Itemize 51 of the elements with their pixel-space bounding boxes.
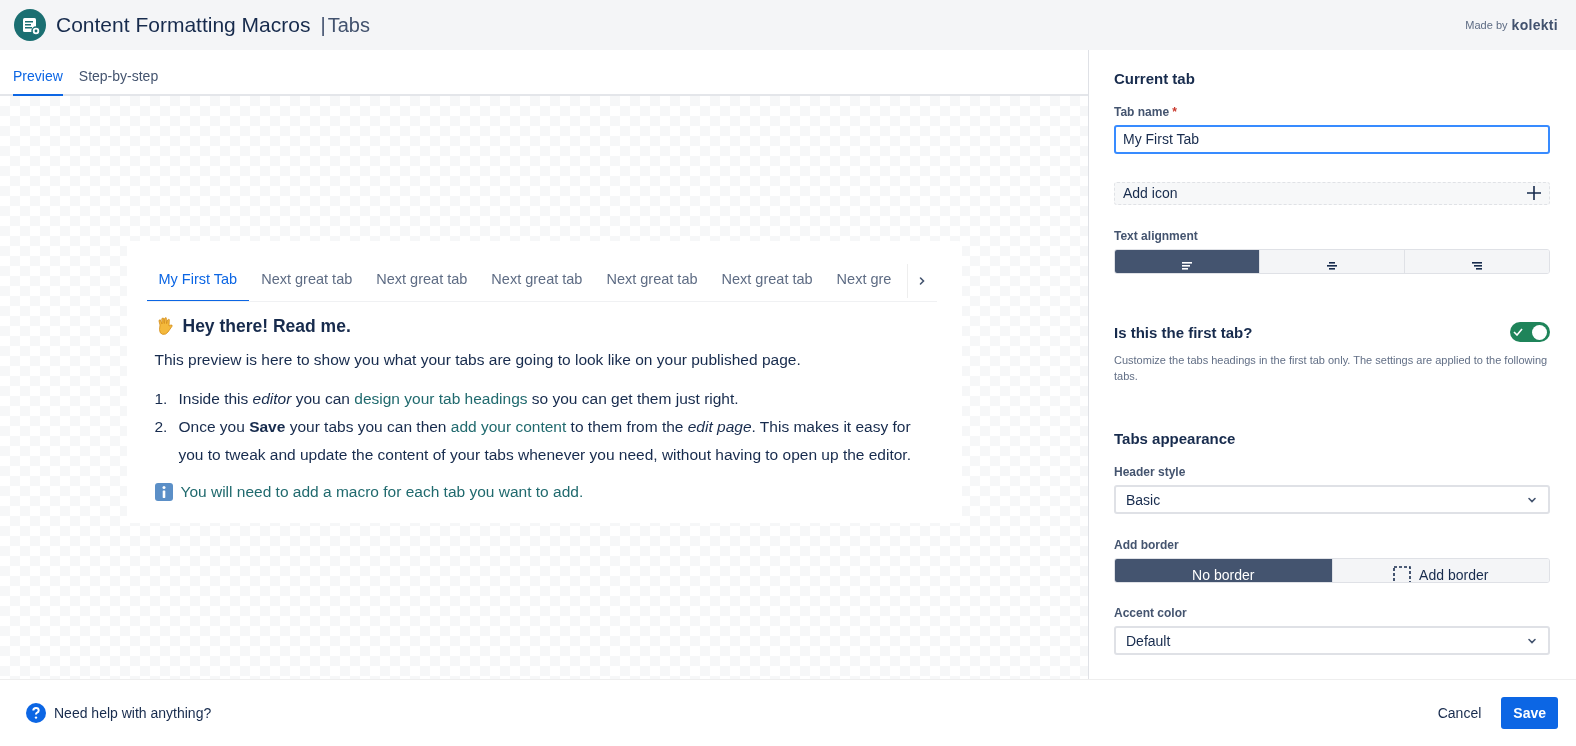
preview-heading: Hey there! Read me. xyxy=(182,315,351,337)
border-option[interactable]: Add border xyxy=(1332,559,1549,583)
page-subtitle: Tabs xyxy=(327,13,370,37)
list-number: 2. xyxy=(154,416,169,437)
list-item-text: Once you Save your tabs you can then add your content to them from the edit page. This makes it easy for you to tweak and update the content of your tabs whenever you need, without having to open up the editor. xyxy=(178,416,912,465)
field-label: Accent color xyxy=(1114,606,1188,621)
check-icon xyxy=(1513,328,1523,337)
content-link[interactable]: add your content xyxy=(450,417,567,435)
header-style-select[interactable]: Basic xyxy=(1114,485,1550,515)
tab-heading[interactable]: Next great tab xyxy=(364,260,480,301)
alignment-option[interactable] xyxy=(1115,250,1260,274)
made-by-label: Made by xyxy=(1465,19,1508,31)
app-title: Content Formatting Macros xyxy=(56,13,311,37)
field-label: Add border xyxy=(1114,538,1180,553)
field-label: Tab name xyxy=(1114,105,1170,119)
list-item-text: Inside this editor you can design your tab headings so you can get them just right. xyxy=(178,388,739,409)
section-title: Tabs appearance xyxy=(1114,430,1237,448)
section-title: Current tab xyxy=(1114,70,1196,87)
first-tab-question: Is this the first tab? xyxy=(1114,323,1253,341)
field-label: Header style xyxy=(1114,465,1187,480)
save-button[interactable]: Save xyxy=(1501,697,1558,729)
brand-logo: kolekti xyxy=(1511,17,1558,33)
tab-heading[interactable]: Next gre xyxy=(824,260,904,301)
list-number: 1. xyxy=(154,388,169,409)
align-right-icon xyxy=(1472,262,1482,271)
app-logo-icon xyxy=(14,9,46,41)
info-icon xyxy=(154,482,173,501)
accent-color-select[interactable]: Default xyxy=(1114,626,1550,655)
align-center-icon xyxy=(1327,262,1337,271)
tab-heading[interactable]: Next great tab xyxy=(249,260,365,301)
cancel-button[interactable]: Cancel xyxy=(1425,697,1494,729)
tab-heading[interactable]: Next great tab xyxy=(594,260,710,301)
note-text: You will need to add a macro for each tab you want to add. xyxy=(180,482,584,501)
help-text: Customize the tabs headings in the first tab only. The settings are applied to the following tabs. xyxy=(1114,353,1549,385)
required-mark: * xyxy=(1172,105,1177,119)
help-link[interactable]: Need help with anything? xyxy=(54,705,212,721)
tab-name-field[interactable]: My First Tab xyxy=(1114,125,1550,154)
align-left-icon xyxy=(1182,262,1192,271)
plus-icon xyxy=(1527,186,1541,201)
field-label: Text alignment xyxy=(1114,229,1199,244)
intro-paragraph: This preview is here to show you what your tabs are going to look like on your published page. xyxy=(154,349,802,370)
tab-heading[interactable]: Next great tab xyxy=(709,260,825,301)
tab-heading[interactable]: Next great tab xyxy=(479,260,595,301)
border-option[interactable]: No border xyxy=(1115,559,1333,583)
help-icon xyxy=(26,703,46,723)
add-icon-button[interactable]: Add icon xyxy=(1114,181,1550,206)
tab-heading[interactable]: My First Tab xyxy=(146,260,250,301)
content-link[interactable]: design your tab headings xyxy=(354,389,528,407)
first-tab-toggle[interactable] xyxy=(1510,322,1550,343)
title-separator: | xyxy=(320,13,326,37)
view-tab[interactable]: Step-by-step xyxy=(78,68,159,96)
